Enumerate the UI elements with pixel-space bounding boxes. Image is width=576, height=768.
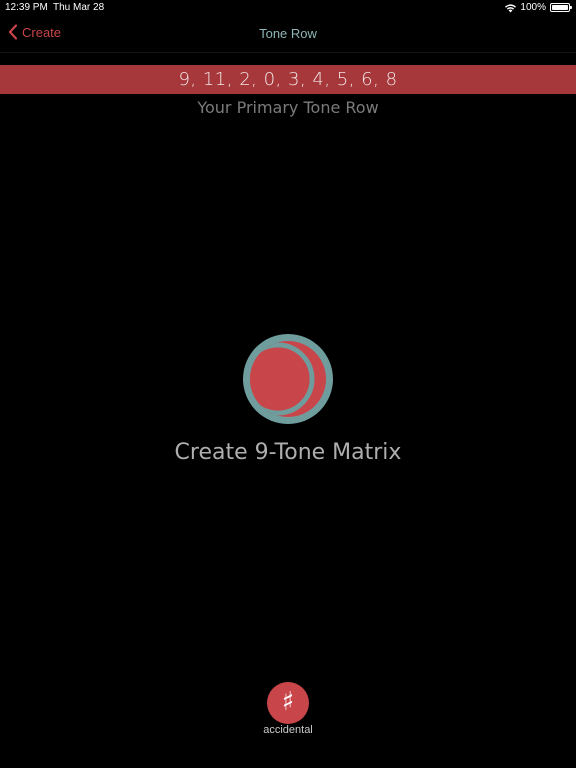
- battery-percent: 100%: [520, 2, 546, 13]
- moon-circle-icon: [243, 334, 333, 424]
- navigation-bar: Create Tone Row: [0, 16, 576, 53]
- tone-row-banner: 9, 11, 2, 0, 3, 4, 5, 6, 8: [0, 65, 576, 94]
- status-date: Thu Mar 28: [53, 2, 105, 13]
- page-title: Tone Row: [259, 26, 317, 41]
- accidental-label: accidental: [263, 724, 313, 736]
- battery-full-icon: [550, 3, 572, 12]
- wifi-icon: [504, 3, 517, 13]
- status-indicators: 100%: [504, 2, 572, 13]
- create-matrix-button[interactable]: [242, 333, 334, 425]
- tone-row-subtitle: Your Primary Tone Row: [197, 98, 379, 117]
- tone-row-screen: 12:39 PM Thu Mar 28 100% Create Tone Row…: [0, 0, 576, 768]
- accidental-button[interactable]: ♯: [267, 682, 309, 724]
- status-time: 12:39 PM: [5, 2, 48, 13]
- status-bar: 12:39 PM Thu Mar 28 100%: [0, 0, 576, 16]
- create-matrix-label[interactable]: Create 9-Tone Matrix: [0, 440, 576, 465]
